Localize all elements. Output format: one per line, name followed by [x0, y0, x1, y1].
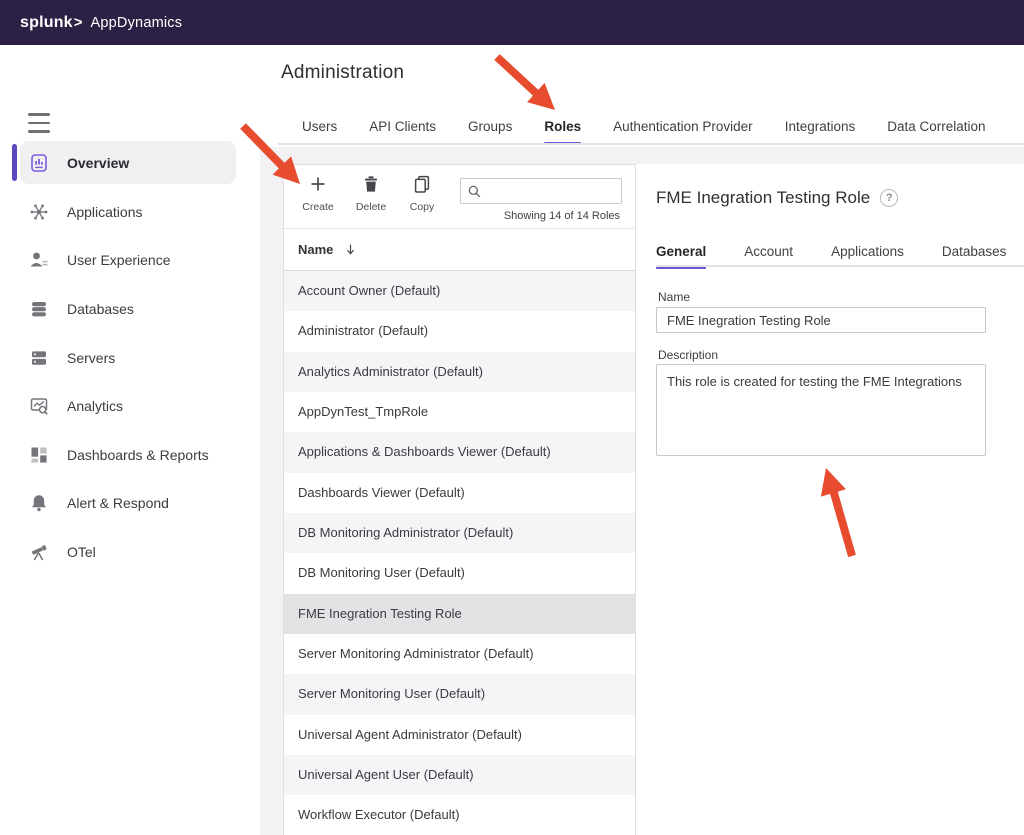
role-name-input[interactable] — [656, 307, 986, 333]
create-button-label: Create — [302, 201, 334, 213]
sidebar-item-applications[interactable]: Applications — [0, 188, 260, 237]
role-detail-title: FME Inegration Testing Role — [656, 188, 870, 208]
name-column-label: Name — [298, 242, 333, 257]
role-row[interactable]: Administrator (Default) — [284, 311, 635, 351]
search-icon — [467, 184, 482, 199]
menu-icon[interactable] — [28, 113, 50, 133]
tab-roles[interactable]: Roles — [544, 110, 581, 143]
detail-tab-databases[interactable]: Databases — [942, 236, 1007, 267]
roles-list: Account Owner (Default)Administrator (De… — [284, 271, 635, 835]
role-row[interactable]: Dashboards Viewer (Default) — [284, 473, 635, 513]
role-row[interactable]: Analytics Administrator (Default) — [284, 352, 635, 392]
plus-icon — [308, 174, 328, 199]
role-row[interactable]: Universal Agent Administrator (Default) — [284, 715, 635, 755]
sidebar-nav: Overview Applications User Experience Datab… — [0, 139, 260, 576]
tab-users[interactable]: Users — [302, 110, 337, 143]
sidebar-item-databases[interactable]: Databases — [0, 285, 260, 334]
splunk-appdynamics-logo: splunk> AppDynamics — [20, 14, 182, 32]
sidebar-item-overview[interactable]: Overview — [0, 139, 260, 188]
showing-count: Showing 14 of 14 Roles — [504, 210, 620, 222]
role-description-textarea[interactable]: This role is created for testing the FME… — [656, 364, 986, 456]
roles-toolbar: Create Delete Copy Showing 14 of 14 Role… — [284, 165, 635, 229]
admin-tabs: Users API Clients Groups Roles Authenticatio… — [302, 110, 986, 143]
sidebar-item-analytics[interactable]: Analytics — [0, 382, 260, 431]
role-row[interactable]: DB Monitoring Administrator (Default) — [284, 513, 635, 553]
sort-descending-icon — [343, 242, 358, 257]
delete-button-label: Delete — [356, 201, 386, 213]
copy-button-label: Copy — [410, 201, 435, 213]
sidebar-item-label: Dashboards & Reports — [67, 447, 209, 463]
otel-icon — [29, 542, 49, 562]
sidebar-item-label: Overview — [67, 155, 129, 171]
tab-api-clients[interactable]: API Clients — [369, 110, 436, 143]
role-row[interactable]: Account Owner (Default) — [284, 271, 635, 311]
detail-tab-applications[interactable]: Applications — [831, 236, 904, 267]
roles-search-box — [460, 178, 622, 204]
applications-icon — [29, 202, 49, 222]
sidebar-item-alert-respond[interactable]: Alert & Respond — [0, 479, 260, 528]
sidebar-item-label: User Experience — [67, 252, 171, 268]
role-row[interactable]: Server Monitoring Administrator (Default… — [284, 634, 635, 674]
sidebar-item-otel[interactable]: OTel — [0, 528, 260, 577]
role-detail-panel: FME Inegration Testing Role ? General Acc… — [636, 164, 1024, 835]
help-icon[interactable]: ? — [880, 189, 898, 207]
sidebar-item-label: Applications — [67, 204, 143, 220]
delete-button[interactable]: Delete — [349, 174, 393, 213]
role-row[interactable]: FME Inegration Testing Role — [284, 594, 635, 634]
servers-icon — [29, 348, 49, 368]
role-detail-tabs: General Account Applications Databases — [656, 236, 1006, 267]
detail-tab-general[interactable]: General — [656, 236, 706, 267]
sidebar-item-dashboards-reports[interactable]: Dashboards & Reports — [0, 431, 260, 480]
role-row[interactable]: Workflow Executor (Default) — [284, 795, 635, 835]
roles-list-panel: Create Delete Copy Showing 14 of 14 Role… — [283, 164, 636, 835]
role-row[interactable]: DB Monitoring User (Default) — [284, 553, 635, 593]
create-button[interactable]: Create — [296, 174, 340, 213]
role-row[interactable]: Universal Agent User (Default) — [284, 755, 635, 795]
dashboards-icon — [29, 445, 49, 465]
tab-integrations[interactable]: Integrations — [785, 110, 856, 143]
detail-tabs-divider — [656, 265, 1024, 267]
sidebar-item-label: Databases — [67, 301, 134, 317]
active-indicator — [12, 144, 17, 181]
sidebar-item-label: Alert & Respond — [67, 495, 169, 511]
sidebar-item-label: Servers — [67, 350, 115, 366]
tab-authentication-provider[interactable]: Authentication Provider — [613, 110, 753, 143]
alert-icon — [29, 493, 49, 513]
page-title: Administration — [281, 62, 404, 84]
brand-chevron: > — [74, 14, 83, 31]
analytics-icon — [29, 396, 49, 416]
role-row[interactable]: AppDynTest_TmpRole — [284, 392, 635, 432]
tab-groups[interactable]: Groups — [468, 110, 512, 143]
tabs-divider — [278, 143, 1024, 145]
brand-splunk: splunk — [20, 14, 73, 32]
sidebar-item-servers[interactable]: Servers — [0, 333, 260, 382]
description-field-label: Description — [658, 348, 718, 362]
copy-icon — [412, 174, 432, 199]
roles-search-input[interactable] — [487, 184, 615, 199]
topbar: splunk> AppDynamics — [0, 0, 1024, 45]
name-field-label: Name — [658, 290, 690, 304]
user-experience-icon — [29, 250, 49, 270]
tab-data-correlation[interactable]: Data Correlation — [887, 110, 985, 143]
trash-icon — [361, 174, 381, 199]
role-row[interactable]: Server Monitoring User (Default) — [284, 674, 635, 714]
databases-icon — [29, 299, 49, 319]
sidebar-item-user-experience[interactable]: User Experience — [0, 236, 260, 285]
overview-icon — [29, 153, 49, 173]
copy-button[interactable]: Copy — [400, 174, 444, 213]
sidebar-item-label: Analytics — [67, 398, 123, 414]
role-row[interactable]: Applications & Dashboards Viewer (Defaul… — [284, 432, 635, 472]
brand-product: AppDynamics — [91, 15, 183, 31]
sidebar: Overview Applications User Experience Datab… — [0, 45, 260, 835]
detail-tab-account[interactable]: Account — [744, 236, 793, 267]
sidebar-item-label: OTel — [67, 544, 96, 560]
name-column-header[interactable]: Name — [284, 229, 635, 271]
